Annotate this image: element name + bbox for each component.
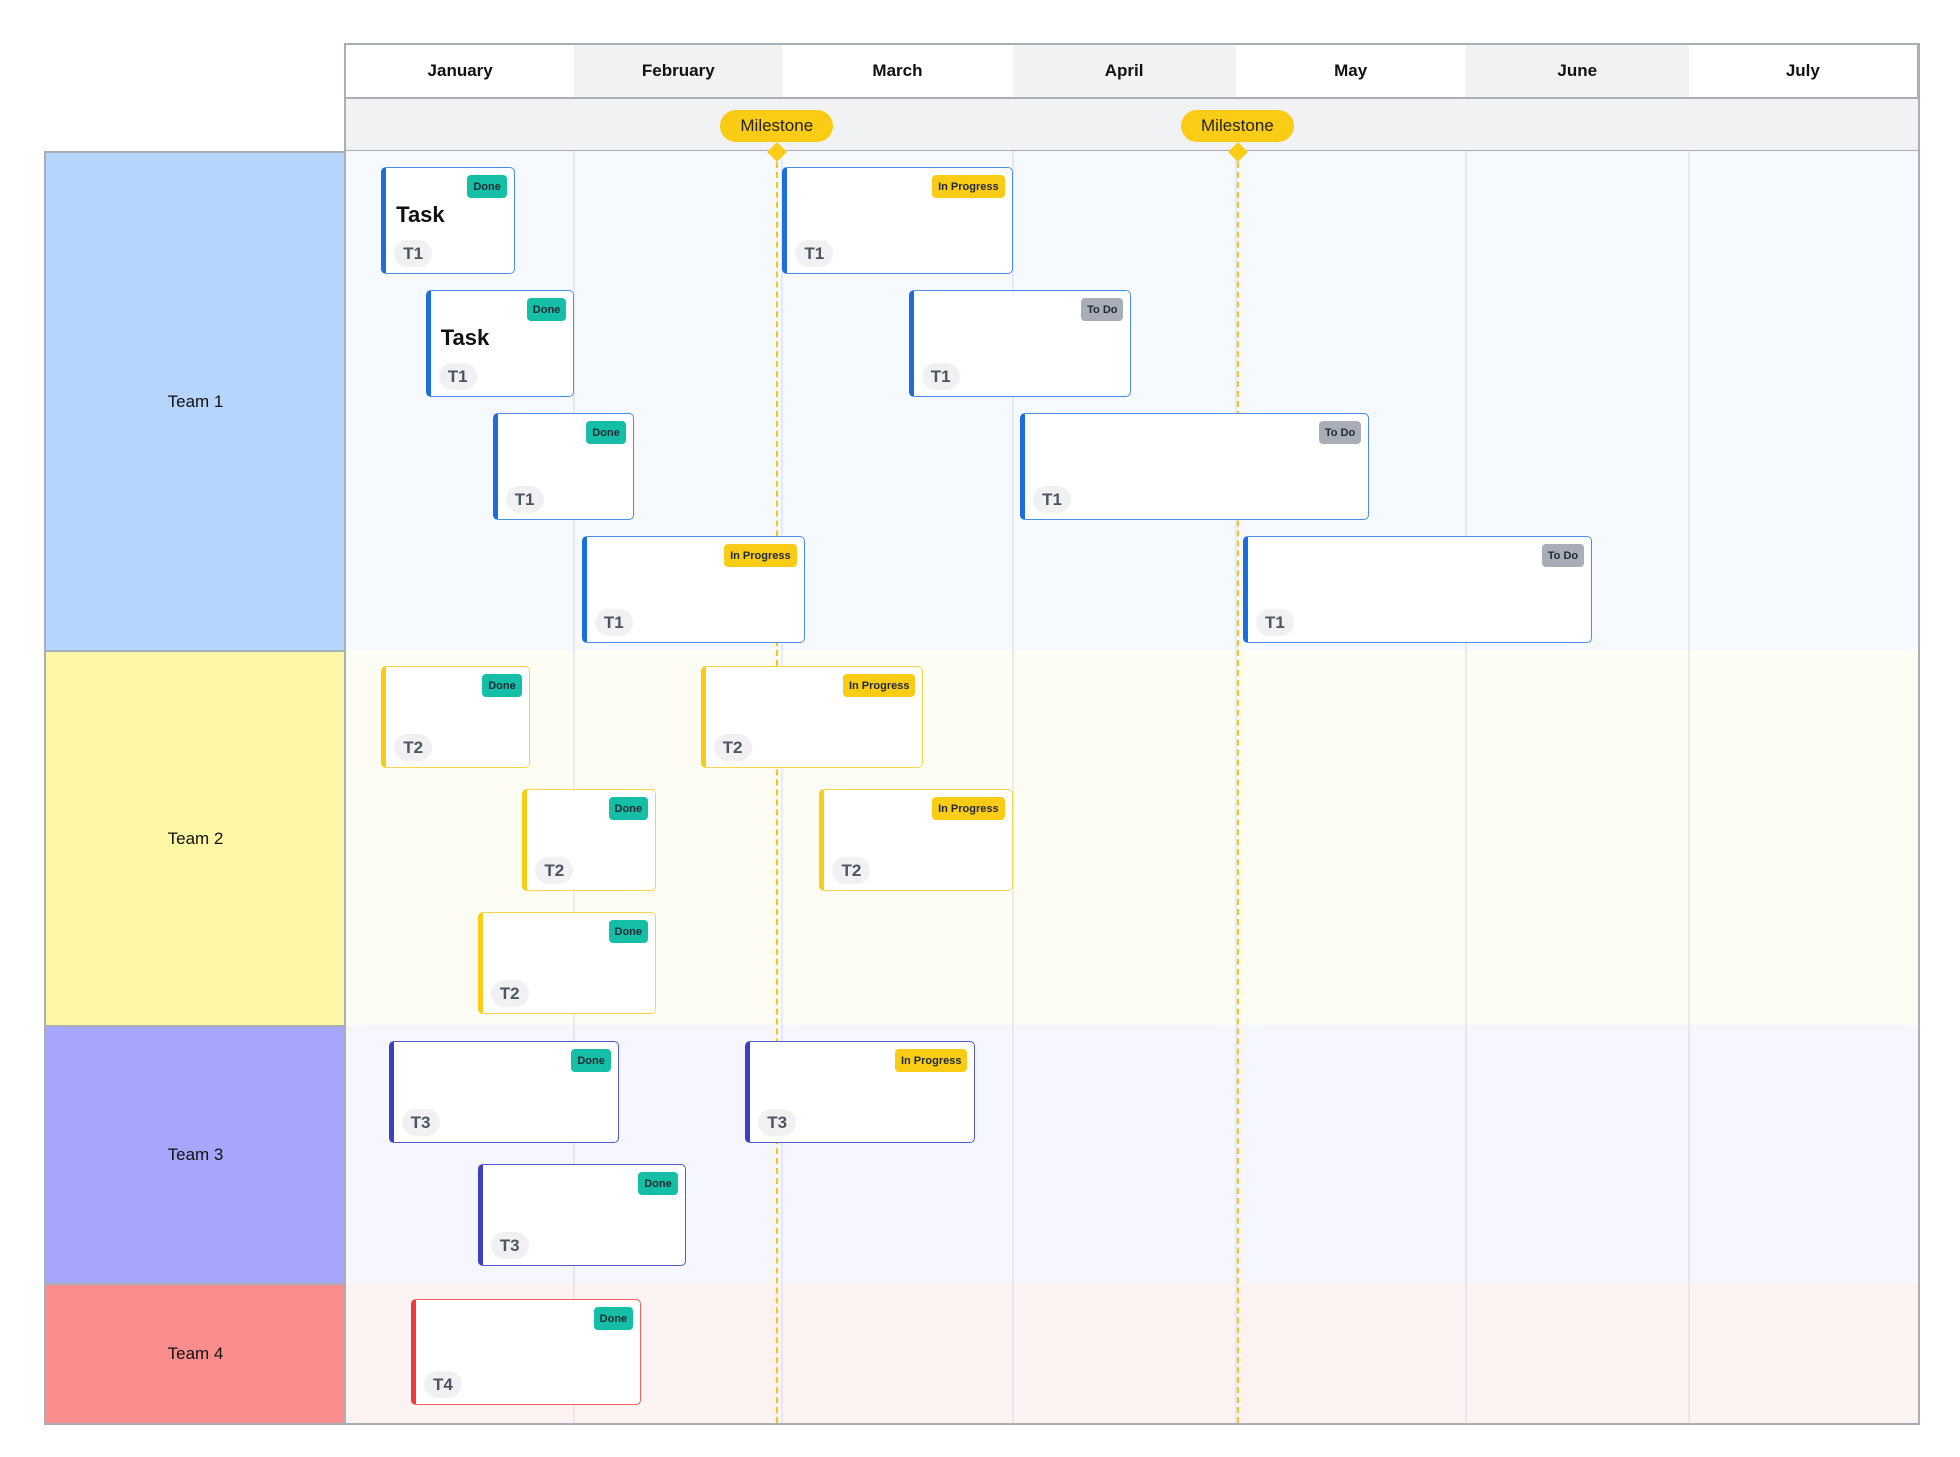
task-card[interactable]: Done T1 — [492, 413, 634, 520]
team-tag: T2 — [535, 857, 574, 884]
month-gridline — [1011, 1283, 1014, 1423]
status-badge: Done — [593, 1307, 634, 1330]
status-badge: To Do — [1081, 298, 1124, 321]
status-badge: To Do — [1318, 421, 1362, 444]
task-card[interactable]: Done T2 — [381, 666, 530, 768]
task-card[interactable]: Done T4 — [410, 1299, 642, 1405]
team-tag: T1 — [594, 609, 633, 636]
month-header-march: March — [782, 43, 1013, 99]
team-tag: T1 — [795, 240, 834, 267]
task-card[interactable]: Task Done T1 — [381, 167, 515, 274]
team-tag: T2 — [394, 734, 433, 761]
task-card[interactable]: In Progress T1 — [581, 536, 805, 643]
month-gridline — [1464, 1283, 1467, 1423]
team-tag: T3 — [401, 1109, 440, 1136]
month-header-june: June — [1465, 43, 1689, 99]
team-lane-1 — [344, 151, 1920, 652]
month-header-april: April — [1012, 43, 1236, 99]
team-tag: T1 — [921, 363, 960, 390]
status-badge: Done — [526, 298, 567, 321]
team-tag: T1 — [394, 240, 433, 267]
month-gridline — [1687, 650, 1690, 1025]
status-badge: In Progress — [932, 175, 1005, 198]
status-badge: In Progress — [894, 1049, 968, 1072]
month-gridline — [1464, 1025, 1467, 1283]
status-badge: In Progress — [724, 544, 797, 567]
team-tag: T1 — [1255, 609, 1294, 636]
month-gridline — [1687, 151, 1690, 650]
team-name: Team 4 — [167, 1344, 224, 1363]
team-label-1: Team 1 — [44, 151, 345, 652]
task-title: Task — [396, 202, 445, 227]
task-card[interactable]: Done T3 — [388, 1041, 619, 1143]
team-tag: T1 — [438, 363, 477, 390]
task-card[interactable]: To Do T1 — [1020, 413, 1370, 520]
team-tag: T2 — [832, 857, 871, 884]
team-tag: T1 — [505, 486, 544, 513]
team-label-4: Team 4 — [44, 1283, 345, 1425]
task-card[interactable]: To Do T1 — [908, 290, 1132, 397]
grid-bottom-border — [44, 1423, 1920, 1425]
team-tag: T3 — [490, 1232, 529, 1259]
team-tag: T4 — [423, 1371, 462, 1398]
team-label-3: Team 3 — [44, 1025, 345, 1285]
status-badge: Done — [608, 797, 649, 820]
task-card[interactable]: Done T2 — [522, 789, 657, 891]
milestone-line — [1236, 152, 1239, 1423]
month-header-july: July — [1688, 43, 1919, 99]
milestone-badge[interactable]: Milestone — [720, 110, 834, 142]
status-badge: To Do — [1541, 544, 1585, 567]
milestone-badge[interactable]: Milestone — [1181, 110, 1294, 142]
status-badge: Done — [586, 421, 626, 444]
task-card[interactable]: Task Done T1 — [425, 290, 575, 397]
month-header-may: May — [1235, 43, 1466, 99]
status-badge: Done — [571, 1049, 611, 1072]
team-name: Team 1 — [167, 391, 224, 411]
month-gridline — [781, 1283, 784, 1423]
task-card[interactable]: In Progress T3 — [745, 1041, 976, 1143]
month-header-january: January — [344, 43, 575, 99]
task-card[interactable]: In Progress T2 — [819, 789, 1013, 891]
team-name: Team 3 — [167, 1145, 224, 1164]
grid-top-border — [344, 43, 1920, 45]
task-card[interactable]: In Progress T1 — [782, 167, 1013, 274]
month-gridline — [1011, 1025, 1014, 1283]
status-badge: In Progress — [932, 797, 1005, 820]
team-tag: T1 — [1033, 486, 1072, 513]
month-header-february: February — [574, 43, 783, 99]
month-gridline — [1464, 650, 1467, 1025]
milestone-line — [775, 152, 778, 1423]
team-tag: T2 — [490, 980, 529, 1007]
status-badge: Done — [638, 1172, 678, 1195]
grid-right-border — [1918, 43, 1920, 1425]
month-gridline — [1687, 1283, 1690, 1423]
team-tag: T3 — [758, 1109, 797, 1136]
team-name: Team 2 — [167, 828, 224, 848]
task-card[interactable]: In Progress T2 — [700, 666, 924, 768]
status-badge: Done — [467, 175, 507, 198]
status-badge: In Progress — [842, 674, 916, 697]
task-card[interactable]: Done T2 — [477, 912, 657, 1014]
team-label-2: Team 2 — [44, 650, 345, 1027]
status-badge: Done — [482, 674, 522, 697]
status-badge: Done — [608, 920, 649, 943]
milestone-row — [344, 99, 1920, 152]
task-card[interactable]: Done T3 — [477, 1164, 686, 1266]
month-gridline — [573, 151, 576, 650]
task-title: Task — [440, 325, 490, 350]
month-gridline — [1687, 1025, 1690, 1283]
team-tag: T2 — [713, 734, 752, 761]
task-card[interactable]: To Do T1 — [1242, 536, 1593, 643]
